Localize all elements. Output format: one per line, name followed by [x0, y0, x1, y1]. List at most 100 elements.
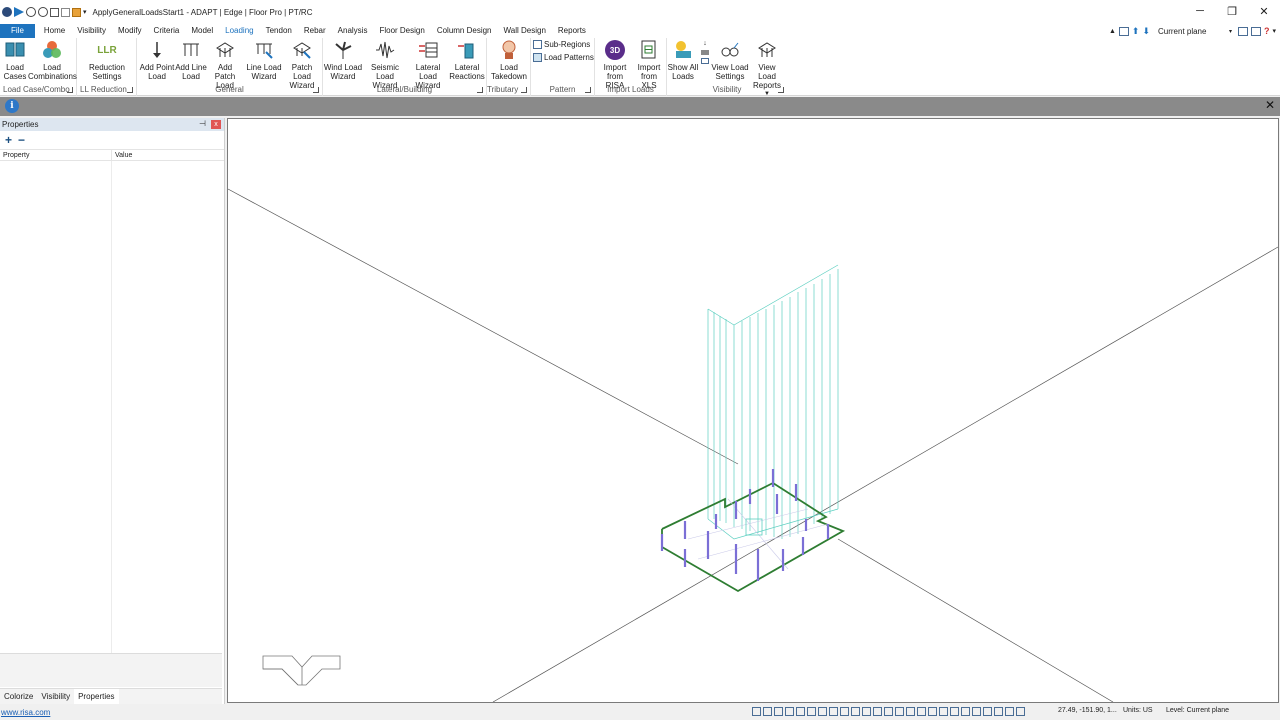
snap-tool-icon[interactable] — [818, 707, 827, 716]
snap-tool-icon[interactable] — [950, 707, 959, 716]
undo-icon[interactable] — [26, 7, 36, 17]
run-icon[interactable] — [14, 7, 24, 17]
load-combinations-button[interactable]: Load Combinations — [28, 40, 77, 81]
menu-floor-design[interactable]: Floor Design — [373, 24, 430, 38]
load-cases-button[interactable]: Load Cases — [2, 40, 28, 81]
help-icon[interactable]: ? — [1264, 26, 1270, 36]
lateral-reactions-button[interactable]: Lateral Reactions — [449, 40, 485, 81]
risa-link[interactable]: www.risa.com — [1, 708, 50, 717]
snap-tool-icon[interactable] — [851, 707, 860, 716]
menu-tendon[interactable]: Tendon — [260, 24, 298, 38]
tab-visibility[interactable]: Visibility — [37, 689, 74, 704]
snap-tool-icon[interactable] — [961, 707, 970, 716]
hide-icon[interactable] — [701, 50, 709, 55]
minimize-button[interactable]: ─ — [1184, 0, 1216, 22]
menu-criteria[interactable]: Criteria — [148, 24, 186, 38]
snap-tool-icon[interactable] — [939, 707, 948, 716]
open-folder-icon[interactable] — [72, 7, 81, 17]
snap-tool-icon[interactable] — [763, 707, 772, 716]
lateral-load-wizard-button[interactable]: Lateral Load Wizard — [407, 40, 449, 90]
seismic-load-wizard-button[interactable]: Seismic Load Wizard — [363, 40, 407, 90]
help-dropdown-icon[interactable]: ▾ — [1272, 27, 1276, 35]
load-takedown-button[interactable]: Load Takedown — [489, 40, 529, 81]
floor-view-icon[interactable] — [1118, 26, 1129, 36]
pin-icon[interactable]: ⊣ — [199, 119, 206, 128]
menu-loading[interactable]: Loading — [219, 24, 259, 38]
snap-tool-icon[interactable] — [829, 707, 838, 716]
close-window-button[interactable]: ✕ — [1248, 0, 1280, 22]
reduction-settings-button[interactable]: LLR Reduction Settings — [83, 40, 131, 81]
menu-model[interactable]: Model — [185, 24, 219, 38]
snap-tool-icon[interactable] — [994, 707, 1003, 716]
import-risa-button[interactable]: 3D Import from RISA — [597, 40, 633, 90]
dialog-launcher-icon[interactable] — [521, 87, 527, 93]
snap-tool-icon[interactable] — [785, 707, 794, 716]
redo-icon[interactable] — [38, 7, 48, 17]
level-up-icon[interactable]: ⬆ — [1132, 26, 1140, 37]
menu-column-design[interactable]: Column Design — [431, 24, 498, 38]
line-load-wizard-button[interactable]: Line Load Wizard — [245, 40, 283, 81]
menu-wall-design[interactable]: Wall Design — [498, 24, 552, 38]
snap-tool-icon[interactable] — [862, 707, 871, 716]
snap-tool-icon[interactable] — [895, 707, 904, 716]
dialog-launcher-icon[interactable] — [477, 87, 483, 93]
dialog-launcher-icon[interactable] — [313, 87, 319, 93]
close-icon[interactable]: ✕ — [1265, 98, 1275, 112]
info-icon[interactable]: i — [5, 99, 19, 113]
collapse-icon[interactable]: − — [18, 133, 25, 147]
collapse-ribbon-icon[interactable]: ▲ — [1109, 28, 1116, 35]
snap-tool-icon[interactable] — [906, 707, 915, 716]
snap-tool-icon[interactable] — [917, 707, 926, 716]
qa-dropdown-icon[interactable]: ▾ — [83, 8, 87, 16]
expand-icon[interactable]: + — [5, 133, 12, 147]
view-load-settings-button[interactable]: View Load Settings — [711, 40, 749, 81]
snap-tool-icon[interactable] — [840, 707, 849, 716]
menu-visibility[interactable]: Visibility — [71, 24, 112, 38]
menu-reports[interactable]: Reports — [552, 24, 592, 38]
view-cube-icon[interactable] — [262, 653, 342, 689]
menu-modify[interactable]: Modify — [112, 24, 148, 38]
menu-file[interactable]: File — [0, 24, 35, 38]
panel-close-button[interactable]: x — [211, 120, 221, 129]
snap-tool-icon[interactable] — [774, 707, 783, 716]
menu-home[interactable]: Home — [38, 24, 71, 38]
snap-tool-icon[interactable] — [873, 707, 882, 716]
snap-tool-icon[interactable] — [752, 707, 761, 716]
snap-tool-icon[interactable] — [807, 707, 816, 716]
filter-icon[interactable] — [701, 58, 709, 64]
plane-select[interactable]: Current plane ▾ — [1152, 25, 1235, 37]
save-icon[interactable] — [50, 7, 59, 17]
snap-tool-icon[interactable] — [928, 707, 937, 716]
restore-button[interactable]: ❐ — [1216, 0, 1248, 22]
snap-tool-icon[interactable] — [1016, 707, 1025, 716]
new-file-icon[interactable] — [61, 7, 70, 17]
show-all-loads-button[interactable]: Show All Loads — [667, 40, 699, 81]
wind-load-wizard-button[interactable]: Wind Load Wizard — [323, 40, 363, 81]
plane-view-2-icon[interactable] — [1250, 26, 1261, 36]
dialog-launcher-icon[interactable] — [67, 87, 73, 93]
menu-rebar[interactable]: Rebar — [298, 24, 332, 38]
import-xls-button[interactable]: Import from XLS — [633, 40, 665, 90]
snap-tool-icon[interactable] — [796, 707, 805, 716]
down-arrow-icon[interactable]: ↓ — [703, 40, 707, 47]
property-grid[interactable] — [0, 161, 222, 653]
add-patch-load-button[interactable]: Add Patch Load — [207, 40, 243, 90]
load-patterns-button[interactable]: Load Patterns — [533, 53, 594, 62]
snap-tool-icon[interactable] — [884, 707, 893, 716]
level-down-icon[interactable]: ⬇ — [1142, 26, 1150, 37]
add-line-load-button[interactable]: Add Line Load — [175, 40, 207, 81]
dialog-launcher-icon[interactable] — [585, 87, 591, 93]
snap-tool-icon[interactable] — [1005, 707, 1014, 716]
model-viewport[interactable] — [227, 118, 1279, 703]
tab-colorize[interactable]: Colorize — [0, 689, 37, 704]
add-point-load-button[interactable]: Add Point Load — [139, 40, 175, 81]
snap-tool-icon[interactable] — [972, 707, 981, 716]
snap-tool-icon[interactable] — [983, 707, 992, 716]
dialog-launcher-icon[interactable] — [778, 87, 784, 93]
plane-view-icon[interactable] — [1237, 26, 1248, 36]
sub-regions-button[interactable]: Sub-Regions — [533, 40, 590, 49]
menu-analysis[interactable]: Analysis — [332, 24, 374, 38]
patch-load-wizard-button[interactable]: Patch Load Wizard — [283, 40, 321, 90]
dialog-launcher-icon[interactable] — [127, 87, 133, 93]
tab-properties[interactable]: Properties — [74, 689, 119, 704]
